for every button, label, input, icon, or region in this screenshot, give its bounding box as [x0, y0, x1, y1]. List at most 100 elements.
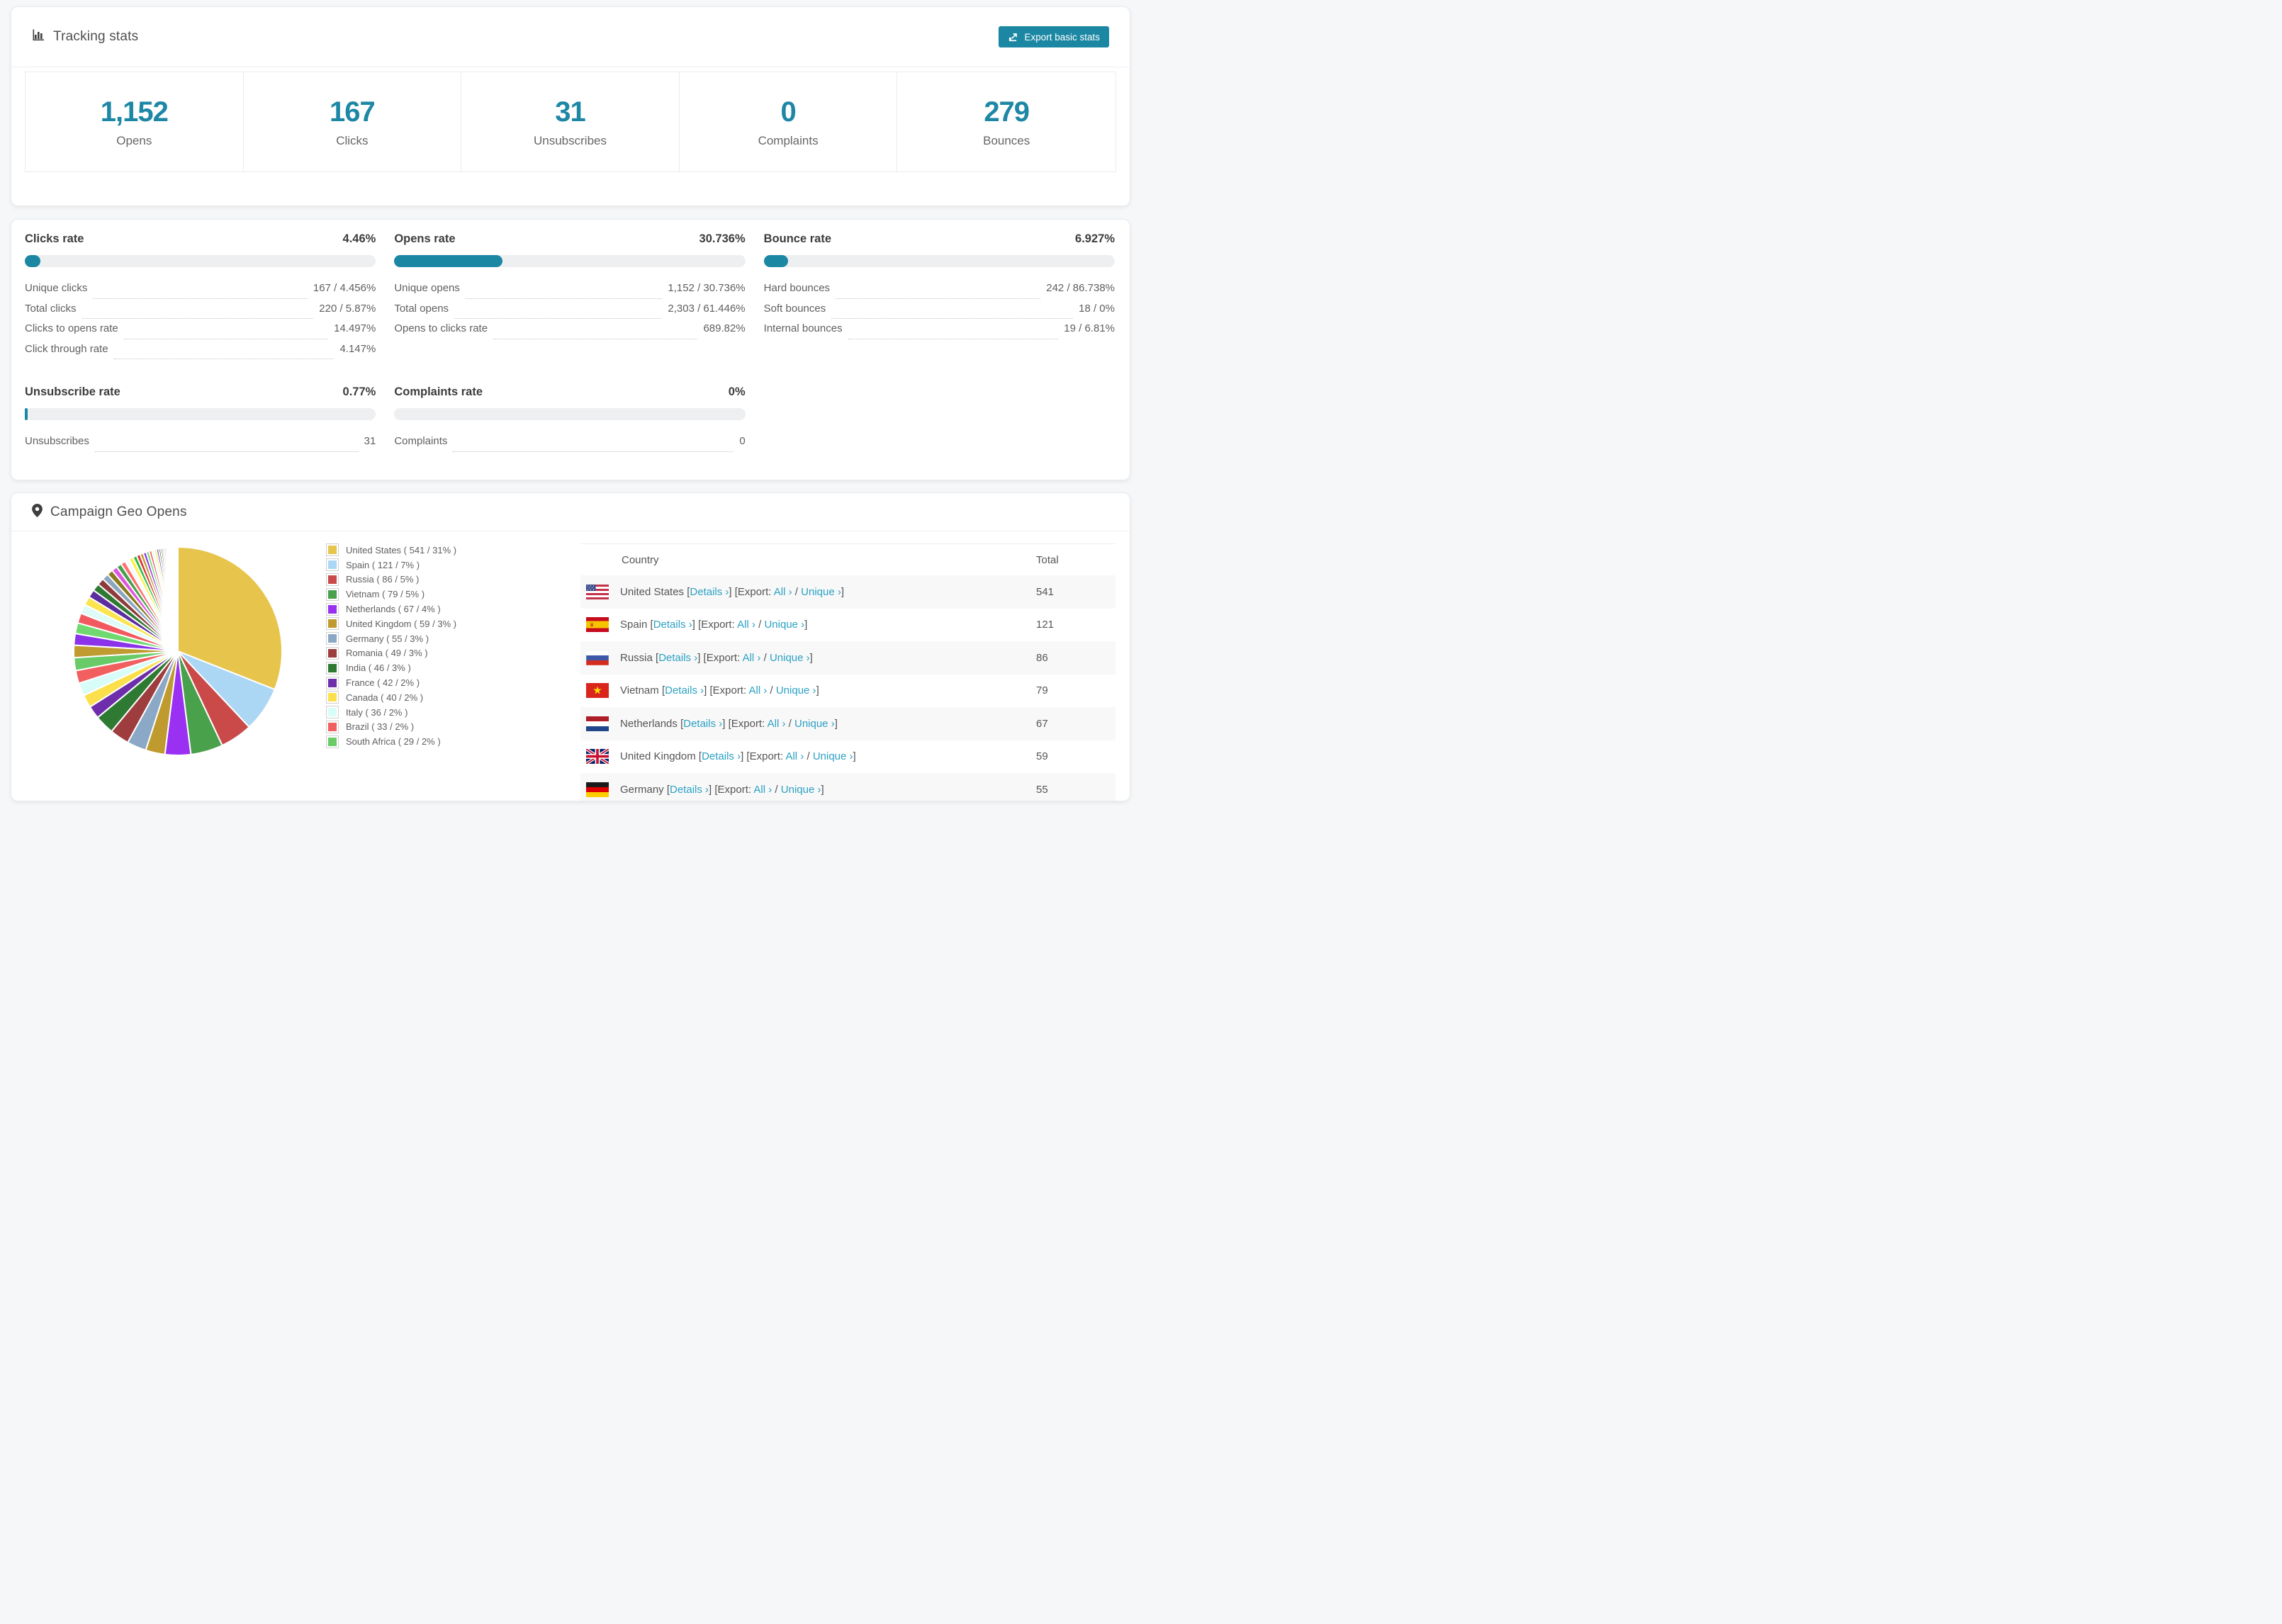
legend-label: India ( 46 / 3% ): [346, 662, 411, 674]
rate-rows: Hard bounces 242 / 86.738% Soft bounces 18 …: [764, 282, 1115, 343]
export-all-link[interactable]: All ›: [774, 586, 792, 598]
export-all-link[interactable]: All ›: [785, 750, 804, 762]
details-link[interactable]: Details ›: [683, 718, 722, 730]
us-flag-icon: [586, 584, 609, 599]
rate-row-value: 242 / 86.738%: [1046, 282, 1115, 294]
rate-stat-row: Click through rate 4.147%: [25, 343, 376, 363]
export-unique-link[interactable]: Unique ›: [813, 750, 853, 762]
total-cell: 67: [1036, 717, 1048, 730]
export-icon: [1008, 32, 1018, 43]
table-row-de: Germany [Details ›] [Export: All › / Uni…: [580, 773, 1115, 801]
geo-pie-container: [26, 537, 327, 801]
rate-row-label: Opens to clicks rate: [394, 322, 488, 334]
total-cell: 55: [1036, 783, 1048, 796]
rate-row-value: 1,152 / 30.736%: [668, 282, 746, 294]
dotted-leader: [82, 318, 314, 319]
table-row-nl: Netherlands [Details ›] [Export: All › /…: [580, 707, 1115, 740]
legend-swatch: [326, 602, 339, 616]
rate-row-value: 14.497%: [334, 322, 376, 334]
legend-label: South Africa ( 29 / 2% ): [346, 736, 441, 748]
export-unique-link[interactable]: Unique ›: [801, 586, 841, 598]
legend-swatch: [326, 543, 339, 557]
rate-title: Clicks rate: [25, 232, 84, 245]
rate-stat-row: Hard bounces 242 / 86.738%: [764, 282, 1115, 303]
export-button-label: Export basic stats: [1024, 31, 1100, 43]
rate-stat-row: Unique clicks 167 / 4.456%: [25, 282, 376, 303]
legend-swatch: [326, 706, 339, 719]
progress-bar: [394, 408, 746, 420]
export-unique-link[interactable]: Unique ›: [776, 684, 816, 697]
geo-body: United States ( 541 / 31% ) Spain ( 121 /…: [11, 531, 1130, 801]
rate-title: Complaints rate: [394, 385, 483, 398]
details-link[interactable]: Details ›: [670, 784, 709, 796]
rate-row-label: Unsubscribes: [25, 435, 89, 447]
dotted-leader: [454, 318, 663, 319]
rate-head: Complaints rate 0%: [394, 385, 745, 399]
total-cell: 59: [1036, 750, 1048, 763]
export-all-link[interactable]: All ›: [737, 619, 755, 631]
export-all-link[interactable]: All ›: [768, 718, 786, 730]
export-basic-stats-button[interactable]: Export basic stats: [999, 26, 1109, 47]
export-unique-link[interactable]: Unique ›: [794, 718, 835, 730]
rate-row-label: Soft bounces: [763, 302, 826, 315]
rate-row-label: Hard bounces: [763, 282, 831, 294]
details-link[interactable]: Details ›: [658, 652, 697, 664]
legend-label: Germany ( 55 / 3% ): [346, 633, 429, 644]
legend-label: Netherlands ( 67 / 4% ): [346, 604, 441, 615]
country-name: Germany: [620, 783, 667, 796]
rate-panel-clicks-rate: Clicks rate 4.46% Unique clicks 167 / 4.456…: [25, 232, 376, 363]
rate-rows: Unique opens 1,152 / 30.736% Total opens 2,…: [394, 282, 746, 343]
export-unique-link[interactable]: Unique ›: [781, 784, 821, 796]
rate-stat-row: Clicks to opens rate 14.497%: [25, 322, 376, 343]
export-all-link[interactable]: All ›: [753, 784, 772, 796]
country-cell: Russia [Details ›] [Export: All › / Uniq…: [580, 650, 1036, 665]
progress-fill: [763, 255, 788, 267]
details-link[interactable]: Details ›: [665, 684, 704, 697]
rate-rows: Unique clicks 167 / 4.456% Total clicks 220…: [25, 282, 376, 363]
export-all-link[interactable]: All ›: [749, 684, 768, 697]
details-link[interactable]: Details ›: [653, 619, 692, 631]
legend-item-united-states: United States ( 541 / 31% ): [326, 543, 580, 558]
legend-swatch: [326, 646, 339, 660]
rate-row-value: 19 / 6.81%: [1064, 322, 1115, 334]
es-flag-icon: [586, 617, 609, 633]
legend-item-united-kingdom: United Kingdom ( 59 / 3% ): [326, 616, 580, 631]
rate-head: Unsubscribe rate 0.77%: [25, 385, 376, 399]
country-name: Vietnam: [620, 684, 662, 697]
dotted-leader: [453, 451, 734, 452]
export-unique-link[interactable]: Unique ›: [764, 619, 804, 631]
details-link[interactable]: Details ›: [690, 586, 729, 598]
geo-table-rows: United States [Details ›] [Export: All ›…: [580, 575, 1115, 801]
legend-swatch: [326, 587, 339, 601]
progress-bar: [25, 408, 376, 420]
country-name: Russia: [620, 651, 656, 664]
stat-label: Unsubscribes: [533, 133, 607, 147]
dotted-leader: [94, 451, 359, 452]
legend-label: Brazil ( 33 / 2% ): [346, 721, 415, 733]
rate-head: Opens rate 30.736%: [394, 232, 745, 246]
country-links: Spain [Details ›] [Export: All › / Uniqu…: [620, 619, 808, 631]
export-unique-link[interactable]: Unique ›: [770, 652, 810, 664]
rate-panel-bounce-rate: Bounce rate 6.927% Hard bounces 242 / 86.73…: [763, 232, 1115, 363]
rate-row-label: Complaints: [394, 435, 448, 447]
table-row-vn: Vietnam [Details ›] [Export: All › / Uni…: [580, 675, 1115, 708]
legend-item-vietnam: Vietnam ( 79 / 5% ): [326, 587, 580, 602]
total-cell: 121: [1036, 619, 1055, 631]
legend-item-india: India ( 46 / 3% ): [326, 660, 580, 675]
country-cell: Netherlands [Details ›] [Export: All › /…: [580, 716, 1036, 731]
legend-item-netherlands: Netherlands ( 67 / 4% ): [326, 602, 580, 616]
legend-label: Romania ( 49 / 3% ): [346, 648, 428, 659]
rate-row-label: Total clicks: [25, 302, 77, 315]
vn-flag-icon: [586, 683, 609, 699]
legend-item-spain: Spain ( 121 / 7% ): [326, 558, 580, 573]
export-all-link[interactable]: All ›: [743, 652, 761, 664]
country-cell: Spain [Details ›] [Export: All › / Uniqu…: [580, 617, 1036, 633]
progress-fill: [394, 255, 502, 267]
total-cell: 86: [1036, 651, 1048, 664]
gb-flag-icon: [586, 749, 609, 765]
legend-swatch: [326, 676, 339, 689]
country-name: Spain: [620, 619, 651, 631]
details-link[interactable]: Details ›: [702, 750, 741, 762]
summary-stats-row: 1,152 Opens 167 Clicks 31 Unsubscribes 0 Compla…: [25, 72, 1116, 172]
country-links: United States [Details ›] [Export: All ›…: [620, 585, 845, 598]
